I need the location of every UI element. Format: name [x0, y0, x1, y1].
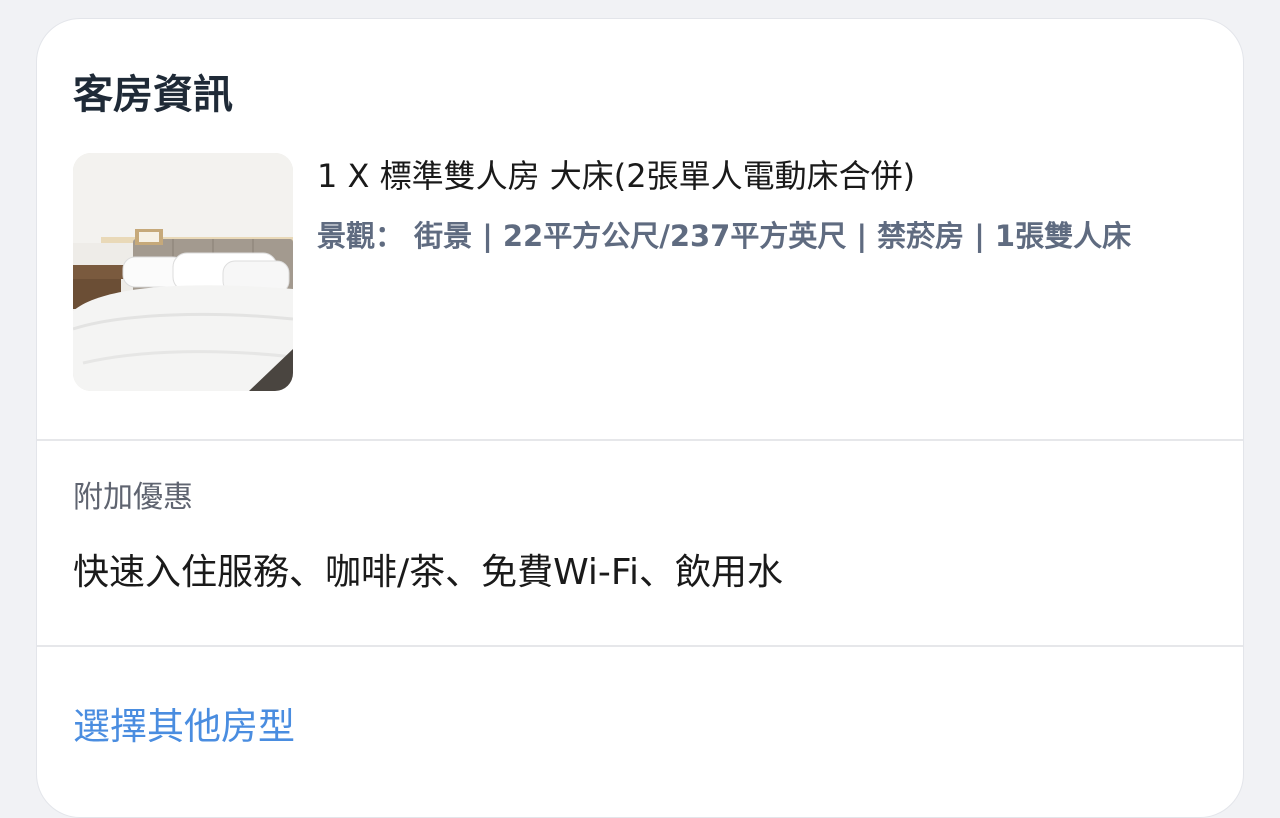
section-divider	[37, 645, 1243, 647]
room-name: 1 X 標準雙人房 大床(2張單人電動床合併)	[317, 157, 916, 195]
section-divider	[37, 439, 1243, 441]
section-title: 客房資訊	[73, 72, 233, 118]
room-info-card: 客房資訊 1 X 標準雙人房 大床(2張單人電動床合併) 景觀： 街景 | 22…	[36, 18, 1244, 818]
extras-label: 附加優惠	[73, 480, 193, 515]
room-photo[interactable]	[73, 153, 293, 391]
choose-other-room-link[interactable]: 選擇其他房型	[73, 703, 295, 751]
room-info: 1 X 標準雙人房 大床(2張單人電動床合併) 景觀： 街景 | 22平方公尺/…	[317, 153, 1197, 257]
extras-list: 快速入住服務、咖啡/茶、免費Wi-Fi、飲用水	[73, 552, 784, 593]
room-details: 景觀： 街景 | 22平方公尺/237平方英尺 | 禁菸房 | 1張雙人床	[317, 219, 1132, 253]
